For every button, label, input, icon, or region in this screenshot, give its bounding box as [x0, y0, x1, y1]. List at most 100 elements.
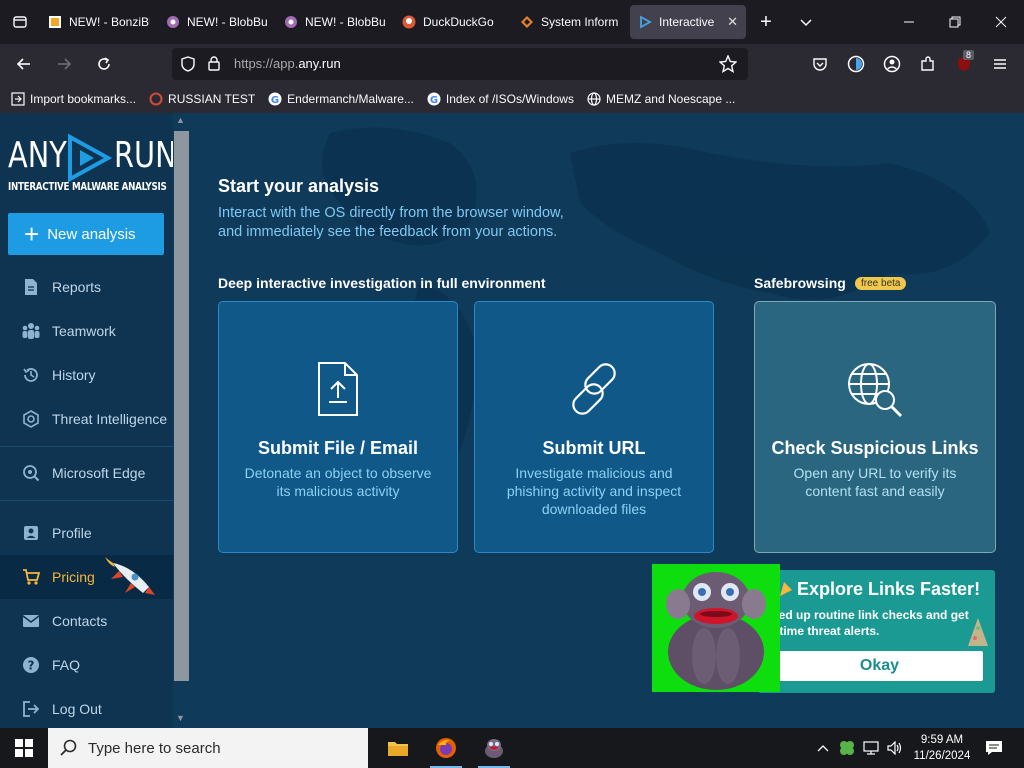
sidebar-item-history[interactable]: History [0, 353, 173, 397]
list-all-tabs-button[interactable] [0, 0, 40, 44]
globe-search-icon [755, 360, 995, 418]
tab-title: NEW! - BlobBu [305, 15, 386, 29]
tab-strip: NEW! - BonziBUDD NEW! - BlobBu NEW! - Bl… [0, 0, 1024, 44]
submit-url-card[interactable]: Submit URL Investigate malicious and phi… [474, 301, 714, 553]
check-links-card[interactable]: Check Suspicious Links Open any URL to v… [754, 301, 996, 553]
bookmark-import[interactable]: Import bookmarks... [10, 91, 136, 107]
forward-button[interactable] [46, 48, 82, 80]
bonzi-taskbar-button[interactable] [470, 728, 518, 768]
firefox-icon [436, 738, 456, 758]
menu-button[interactable] [982, 44, 1018, 84]
sidebar-item-faq[interactable]: ? FAQ [0, 643, 173, 687]
tabs-list-icon [13, 16, 27, 28]
sidebar-divider [0, 446, 173, 447]
pocket-button[interactable] [802, 44, 838, 84]
svg-text:G: G [430, 95, 438, 106]
tray-overflow-button[interactable] [812, 728, 834, 768]
clock-time: 9:59 AM [920, 734, 964, 746]
search-icon [60, 739, 77, 756]
edge-search-icon [21, 463, 41, 483]
bookmark-isos[interactable]: G Index of /ISOs/Windows [426, 91, 574, 107]
sidebar-item-profile[interactable]: Profile [0, 511, 173, 555]
blobbu-icon [284, 15, 298, 29]
extension-button[interactable] [838, 44, 874, 84]
promo-description: eed up routine link checks and get l-tim… [772, 607, 982, 639]
ublock-button[interactable]: 8 [946, 44, 982, 84]
new-analysis-button[interactable]: + New analysis [8, 213, 164, 255]
diamond-icon [520, 15, 534, 29]
half-circle-icon [847, 55, 865, 73]
sidebar-item-browser[interactable]: Microsoft Edge [0, 451, 173, 495]
chevron-up-icon [817, 745, 829, 752]
arrow-right-icon [58, 58, 72, 70]
promo-line: l-time threat alerts. [772, 624, 880, 638]
back-button[interactable] [6, 48, 42, 80]
firefox-button[interactable] [422, 728, 470, 768]
minimize-button[interactable] [886, 0, 932, 44]
sidebar-divider [0, 500, 173, 501]
okay-button[interactable]: Okay [776, 651, 983, 681]
file-explorer-button[interactable] [374, 728, 422, 768]
reload-button[interactable] [86, 48, 122, 80]
sidebar-item-pricing[interactable]: Pricing [0, 555, 173, 599]
sidebar-item-label: Log Out [52, 701, 102, 717]
close-tab-icon[interactable]: ✕ [727, 14, 738, 30]
bookmark-memz[interactable]: MEMZ and Noescape ... [586, 91, 735, 107]
account-button[interactable] [874, 44, 910, 84]
scrollbar-thumb[interactable] [174, 131, 189, 681]
extensions-button[interactable] [910, 44, 946, 84]
address-bar[interactable]: https://app.any.run [172, 48, 748, 80]
help-icon: ? [21, 655, 41, 675]
restore-icon [949, 16, 961, 28]
tab-blobbu-1[interactable]: NEW! - BlobBu [158, 5, 276, 39]
tab-system-info[interactable]: System Inform [512, 5, 630, 39]
tab-overflow-button[interactable] [786, 5, 826, 39]
sidebar: ANY RUN INTERACTIVE MALWARE ANALYSIS + N… [0, 113, 177, 728]
bonzi-mascot[interactable] [652, 564, 780, 692]
rocket-icon [105, 557, 155, 595]
link-icon [475, 360, 713, 418]
logo-text-left: ANY [8, 135, 67, 176]
sidebar-item-logout[interactable]: Log Out [0, 687, 173, 728]
puzzle-icon [921, 56, 934, 71]
bookmark-russian-test[interactable]: RUSSIAN TEST [148, 91, 255, 107]
svg-text:G: G [271, 95, 279, 106]
tab-interactive[interactable]: Interactive ✕ [630, 5, 746, 39]
anyrun-icon [638, 15, 652, 29]
sidebar-scrollbar[interactable]: ▲ ▼ [173, 113, 190, 728]
reload-icon [98, 57, 110, 70]
bookmark-endermanch[interactable]: G Endermanch/Malware... [267, 91, 414, 107]
hamburger-icon [994, 59, 1006, 69]
sidebar-item-label: FAQ [52, 657, 81, 673]
tab-duckduckgo[interactable]: DuckDuckGo [394, 5, 512, 39]
volume-button[interactable] [884, 728, 906, 768]
taskbar-search[interactable]: Type here to search [48, 728, 368, 768]
submit-file-card[interactable]: Submit File / Email Detonate an object t… [218, 301, 458, 553]
sidebar-item-contacts[interactable]: Contacts [0, 599, 173, 643]
bookmark-label: RUSSIAN TEST [168, 91, 256, 106]
sidebar-item-threat-intelligence[interactable]: Threat Intelligence [0, 397, 173, 441]
notifications-button[interactable] [982, 728, 1006, 768]
tab-bonzi[interactable]: NEW! - BonziBUDD [40, 5, 158, 39]
sidebar-item-teamwork[interactable]: Teamwork [0, 309, 173, 353]
scroll-up-icon[interactable]: ▲ [176, 115, 185, 125]
tab-blobbu-2[interactable]: NEW! - BlobBu [276, 5, 394, 39]
restore-button[interactable] [932, 0, 978, 44]
tray-app-button[interactable] [836, 728, 858, 768]
bookmark-label: Index of /ISOs/Windows [445, 91, 574, 106]
new-tab-button[interactable]: + [746, 5, 786, 39]
file-upload-icon [219, 360, 457, 418]
star-icon[interactable] [719, 55, 737, 73]
close-window-button[interactable] [978, 0, 1024, 44]
scroll-down-icon[interactable]: ▼ [176, 713, 185, 723]
cart-icon [21, 567, 41, 587]
clover-icon [840, 741, 854, 755]
play-logo-icon [68, 133, 112, 183]
minimize-icon [904, 21, 914, 23]
network-button[interactable] [860, 728, 882, 768]
promo-line: eed up routine link checks and get [772, 608, 969, 622]
sidebar-item-reports[interactable]: Reports [0, 265, 173, 309]
taskbar-clock[interactable]: 9:59 AM 11/26/2024 [912, 732, 972, 764]
bookmark-label: Endermanch/Malware... [287, 91, 414, 106]
start-button[interactable] [0, 728, 48, 768]
